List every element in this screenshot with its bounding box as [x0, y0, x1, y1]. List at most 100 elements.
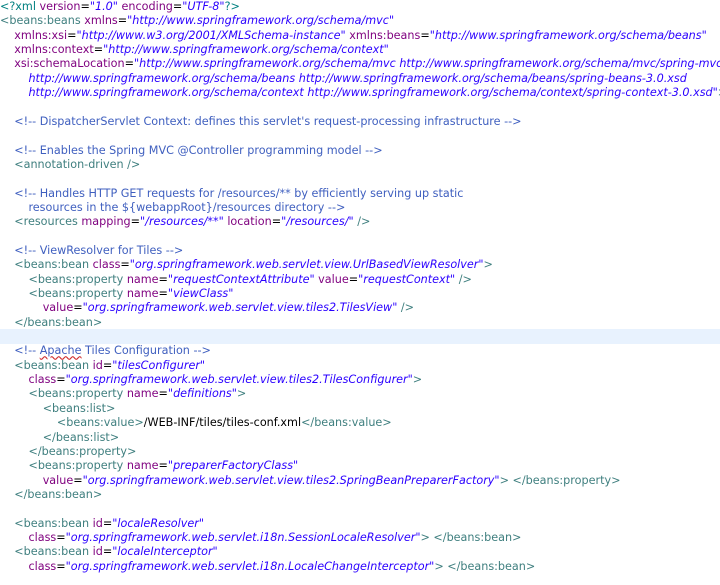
xml-text — [0, 373, 28, 386]
code-line[interactable]: </beans:bean> — [0, 487, 720, 502]
xml-text — [0, 344, 14, 357]
xml-value: "http://www.springframework.org/schema/m… — [127, 14, 395, 28]
xml-tag: > — [483, 258, 493, 272]
xml-text: = — [158, 387, 168, 401]
xml-tag: <beans:beans — [0, 14, 85, 28]
code-line[interactable]: </beans:bean> — [0, 315, 720, 330]
xml-text — [0, 531, 28, 544]
xml-tag: </beans:value> — [301, 416, 392, 430]
code-line[interactable] — [0, 128, 720, 143]
xml-text — [0, 258, 14, 271]
xml-text: = — [56, 530, 66, 544]
code-line[interactable]: <beans:property name="requestContextAttr… — [0, 272, 720, 287]
xml-comment: Tiles Configuration --> — [81, 344, 211, 358]
xml-tag: </beans:property> — [28, 444, 137, 458]
xml-text: = — [420, 28, 430, 42]
xml-tag: <beans:list> — [42, 401, 116, 415]
xml-value: "/resources/" — [281, 215, 354, 229]
code-line[interactable]: xmlns:xsi = "http://www.w3.org/2001/XMLSch… — [0, 28, 720, 43]
code-line[interactable]: <!-- Apache Tiles Configuration --> — [0, 343, 720, 358]
xml-text — [0, 402, 43, 415]
code-line[interactable]: <!-- DispatcherServlet Context: defines … — [0, 114, 720, 129]
xml-attribute: xmlns:xsi — [14, 28, 68, 42]
xml-value: "org.springframework.web.servlet.view.ti… — [82, 301, 398, 315]
xml-tag: </beans:bean> — [14, 487, 103, 501]
code-line[interactable]: <!-- Handles HTTP GET requests for /reso… — [0, 186, 720, 201]
code-line[interactable]: </beans:list> — [0, 430, 720, 445]
code-line[interactable] — [0, 501, 720, 516]
code-line[interactable]: <beans:bean id="localeInterceptor" — [0, 544, 720, 559]
xml-comment: <!-- Enables the Spring MVC @Controller … — [14, 143, 383, 157]
xml-value: "org.springframework.web.servlet.i18n.Lo… — [65, 559, 435, 573]
code-line[interactable]: <beans:property name="definitions"> — [0, 386, 720, 401]
xml-attribute: class — [28, 530, 57, 544]
xml-tag: > </beans:bean> — [420, 530, 522, 544]
xml-attribute: name — [126, 459, 159, 473]
code-line[interactable]: resources in the ${webappRoot}/resources… — [0, 200, 720, 215]
xml-text — [0, 29, 14, 42]
xml-tag: </beans:bean> — [14, 315, 103, 329]
code-line[interactable]: <beans:bean class="org.springframework.w… — [0, 257, 720, 272]
xml-value: http://www.springframework.org/schema/be… — [0, 71, 687, 85]
code-line[interactable]: <resources mapping="/resources/**" locat… — [0, 214, 720, 229]
xml-text — [0, 474, 43, 487]
code-line[interactable] — [0, 171, 720, 186]
code-line[interactable]: <annotation-driven /> — [0, 157, 720, 172]
xml-text: = — [124, 57, 134, 71]
xml-text — [0, 215, 14, 228]
code-line[interactable]: value="org.springframework.web.servlet.v… — [0, 300, 720, 315]
xml-value: http://www.springframework.org/schema/co… — [0, 86, 718, 100]
xml-editor[interactable]: <?xml version="1.0" encoding="UTF-8"?> <b… — [0, 0, 720, 585]
code-line[interactable]: <!-- ViewResolver for Tiles --> — [0, 243, 720, 258]
code-line[interactable]: value="org.springframework.web.servlet.v… — [0, 473, 720, 488]
code-line[interactable] — [0, 229, 720, 244]
xml-declaration: <?xml — [0, 0, 40, 13]
code-line[interactable]: http://www.springframework.org/schema/co… — [0, 85, 720, 100]
xml-text — [0, 359, 14, 372]
xml-attribute: xmlns — [84, 14, 118, 28]
code-line[interactable]: http://www.springframework.org/schema/be… — [0, 71, 720, 86]
xml-text — [0, 445, 28, 458]
code-line[interactable]: xsi:schemaLocation="http://www.springfra… — [0, 56, 720, 71]
code-line[interactable]: class="org.springframework.web.servlet.i… — [0, 559, 720, 574]
xml-text — [0, 144, 14, 157]
xml-text: = — [120, 258, 130, 272]
code-line[interactable]: <beans:beans xmlns="http://www.springfra… — [0, 13, 720, 28]
code-line[interactable]: <?xml version="1.0" encoding="UTF-8"?> — [0, 0, 720, 14]
xml-attribute: value — [42, 301, 74, 315]
xml-text — [0, 158, 14, 171]
code-line[interactable] — [0, 99, 720, 114]
xml-attribute: mapping — [81, 215, 131, 229]
xml-text — [0, 115, 14, 128]
xml-value: "/resources/**" — [140, 215, 224, 229]
code-line[interactable]: class="org.springframework.web.servlet.v… — [0, 372, 720, 387]
xml-text: = — [56, 373, 66, 387]
code-line[interactable]: <beans:property name="viewClass" — [0, 286, 720, 301]
xml-text: = — [348, 272, 359, 286]
xml-attribute: name — [126, 287, 159, 300]
xml-value: "tilesConfigurer" — [112, 358, 206, 372]
xml-text — [0, 57, 14, 70]
xml-text — [0, 316, 14, 329]
xml-text — [0, 244, 14, 257]
code-line[interactable]: class="org.springframework.web.servlet.i… — [0, 530, 720, 545]
code-line[interactable]: <beans:list> — [0, 401, 720, 416]
xml-attribute: class — [28, 559, 57, 573]
code-line[interactable]: </beans:property> — [0, 444, 720, 459]
code-line[interactable]: <beans:value>/WEB-INF/tiles/tiles-conf.x… — [0, 415, 720, 430]
code-line[interactable]: <beans:bean id="localeResolver" — [0, 516, 720, 531]
code-line[interactable]: <beans:bean id="tilesConfigurer" — [0, 358, 720, 373]
code-line[interactable] — [0, 329, 720, 345]
xml-text: = — [158, 272, 168, 286]
xml-comment: <!-- ViewResolver for Tiles --> — [14, 243, 184, 257]
code-line[interactable]: <!-- Enables the Spring MVC @Controller … — [0, 143, 720, 158]
xml-value: "definitions" — [167, 387, 237, 401]
xml-attribute: id — [92, 545, 103, 559]
xml-value: "org.springframework.web.servlet.view.Ur… — [129, 258, 484, 272]
code-line[interactable]: <beans:property name="preparerFactoryCla… — [0, 458, 720, 473]
xml-comment: <!-- — [14, 344, 40, 358]
code-line[interactable]: xmlns:context="http://www.springframewor… — [0, 42, 720, 57]
xml-tag: <beans:property — [28, 272, 127, 286]
xml-text: = — [130, 215, 141, 229]
xml-attribute: name — [126, 272, 159, 286]
